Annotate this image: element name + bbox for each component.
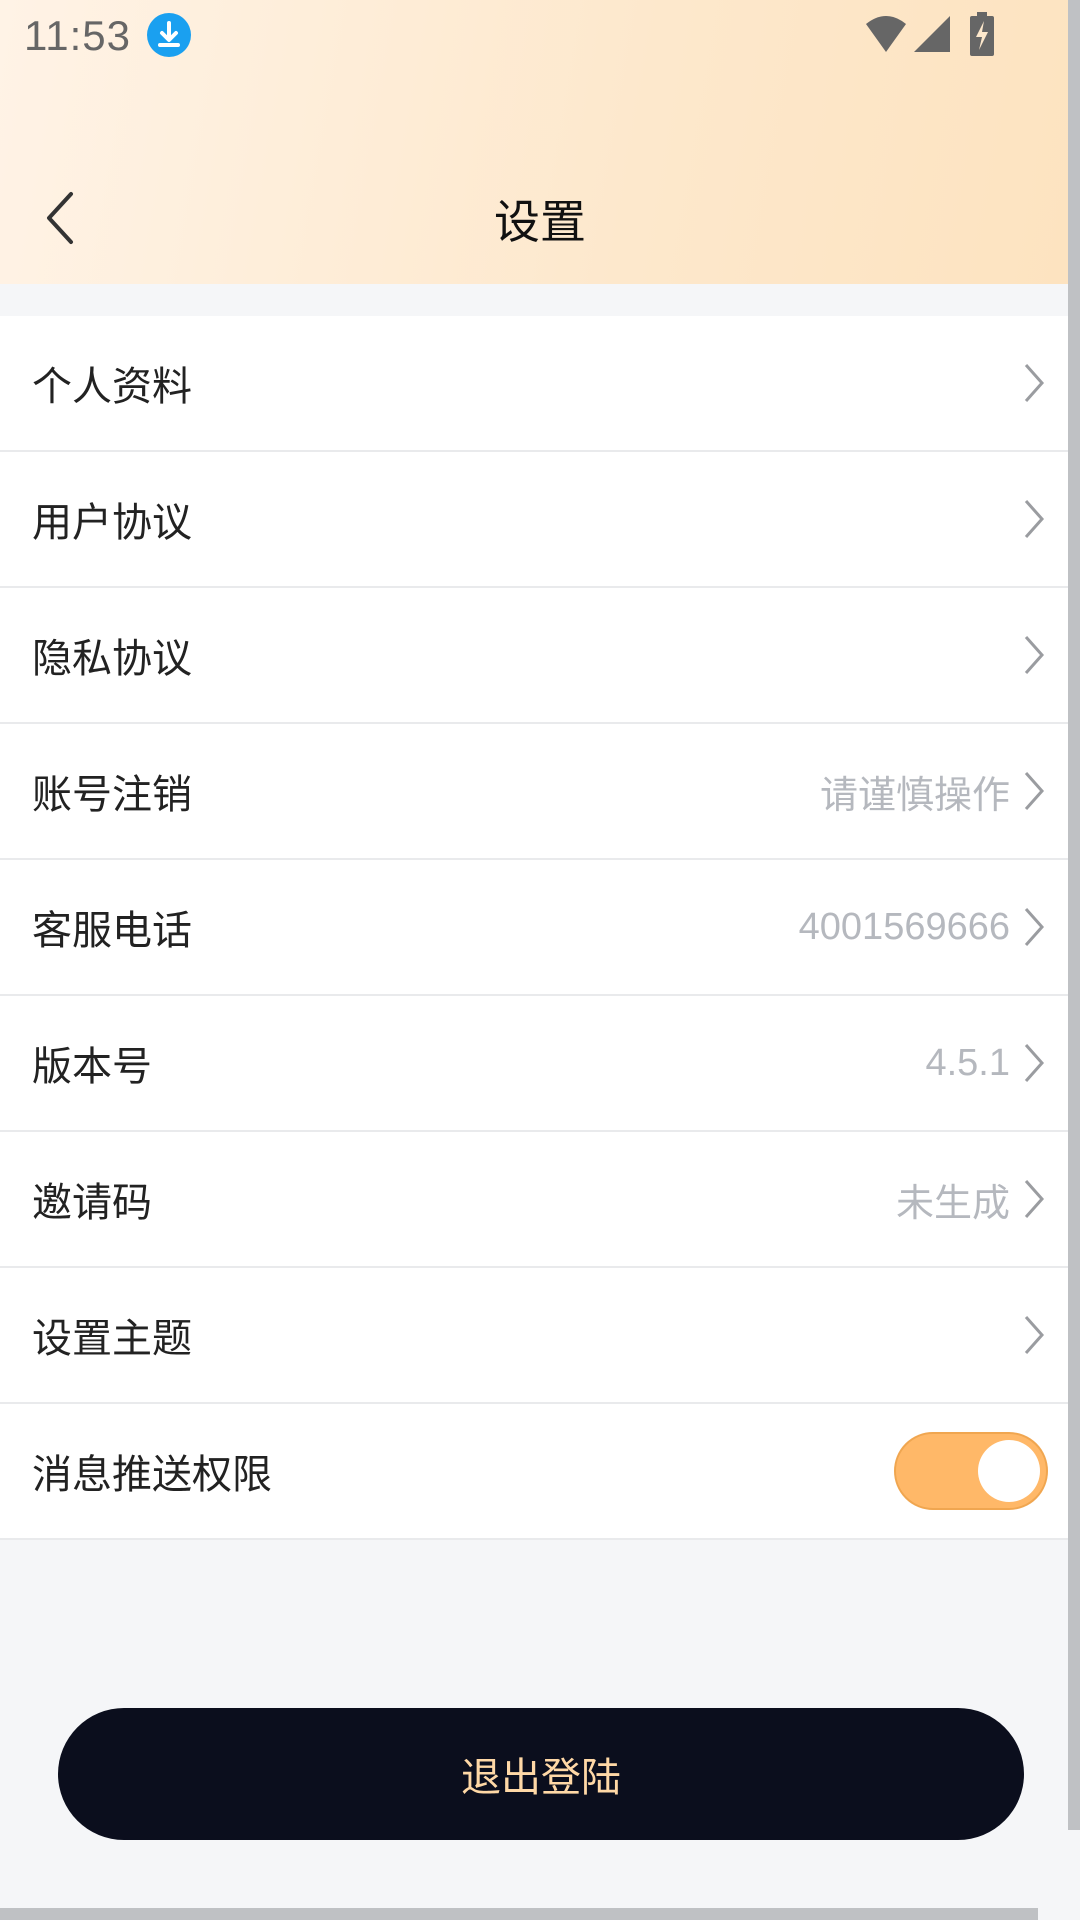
chevron-right-icon: [1024, 1316, 1045, 1354]
bottom-strip: [0, 1908, 1038, 1920]
settings-item-value: 4.5.1: [925, 1041, 1010, 1084]
logout-button[interactable]: 退出登陆: [58, 1708, 1024, 1840]
chevron-right-icon: [1024, 636, 1045, 674]
download-icon: [147, 13, 191, 57]
chevron-right-icon: [1024, 772, 1045, 810]
settings-item-privacy-agreement[interactable]: 隐私协议: [0, 588, 1068, 724]
page-title: 设置: [494, 195, 586, 249]
settings-item-label: 邀请码: [32, 1180, 152, 1226]
settings-item-profile[interactable]: 个人资料: [0, 316, 1068, 452]
settings-item-invite-code[interactable]: 邀请码 未生成: [0, 1132, 1068, 1268]
settings-item-label: 版本号: [32, 1044, 152, 1090]
settings-item-label: 个人资料: [32, 364, 192, 410]
signal-icon: [914, 16, 950, 52]
settings-item-user-agreement[interactable]: 用户协议: [0, 452, 1068, 588]
scrollbar[interactable]: [1068, 0, 1080, 1830]
settings-item-theme[interactable]: 设置主题: [0, 1268, 1068, 1404]
settings-item-push-permission: 消息推送权限: [0, 1404, 1068, 1540]
chevron-right-icon: [1024, 1044, 1045, 1082]
settings-item-label: 设置主题: [32, 1316, 192, 1362]
settings-list: 个人资料 用户协议 隐私协议 账号注销 请谨慎操作 客服电话 400156966…: [0, 316, 1068, 1540]
chevron-right-icon: [1024, 500, 1045, 538]
settings-item-label: 消息推送权限: [32, 1452, 272, 1498]
settings-item-label: 用户协议: [32, 500, 192, 546]
settings-item-label: 隐私协议: [32, 636, 192, 682]
settings-item-service-phone[interactable]: 客服电话 4001569666: [0, 860, 1068, 996]
settings-item-version[interactable]: 版本号 4.5.1: [0, 996, 1068, 1132]
settings-item-account-cancel[interactable]: 账号注销 请谨慎操作: [0, 724, 1068, 860]
toggle-knob: [978, 1440, 1040, 1502]
wifi-icon: [866, 16, 906, 52]
status-time: 11:53: [24, 12, 131, 59]
battery-charging-icon: [970, 12, 994, 56]
settings-item-label: 账号注销: [32, 772, 192, 818]
chevron-right-icon: [1024, 908, 1045, 946]
chevron-right-icon: [1024, 364, 1045, 402]
status-bar: 11:53: [0, 0, 1068, 72]
settings-item-value: 未生成: [895, 1182, 1010, 1225]
settings-item-value: 4001569666: [798, 905, 1010, 948]
chevron-right-icon: [1024, 1180, 1045, 1218]
settings-item-label: 客服电话: [32, 908, 192, 954]
push-permission-toggle[interactable]: [894, 1432, 1048, 1510]
settings-item-value: 请谨慎操作: [819, 774, 1010, 817]
header-background: 11:53 设置: [0, 0, 1068, 284]
nav-bar: 设置: [0, 160, 1068, 270]
